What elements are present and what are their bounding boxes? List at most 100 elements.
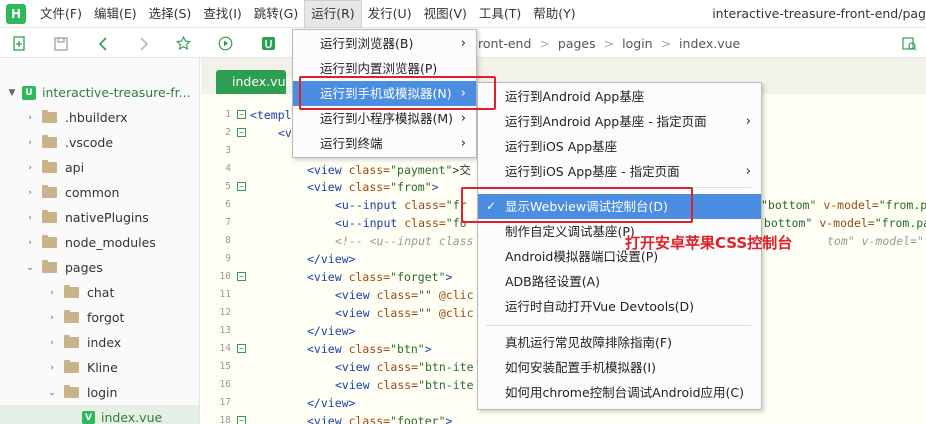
expand-arrow-icon[interactable]: ⌄ [46, 388, 58, 398]
menu-item-android-base-page[interactable]: 运行到Android App基座 - 指定页面 › [478, 109, 761, 134]
new-file-icon[interactable] [11, 35, 28, 52]
fold-toggle-icon[interactable]: − [237, 416, 246, 424]
code-line: <view class="btn-ite [335, 360, 474, 374]
save-icon[interactable] [52, 35, 69, 52]
line-number: 3 [225, 145, 231, 156]
preview-icon[interactable] [901, 35, 918, 52]
unicloud-icon[interactable] [260, 35, 277, 52]
tree-project-root[interactable]: ▼ U interactive-treasure-fr... [0, 80, 199, 105]
menu-item-ios-base-page[interactable]: 运行到iOS App基座 - 指定页面 › [478, 159, 761, 184]
tree-folder[interactable]: › chat [0, 280, 199, 305]
menu-item-vue-devtools[interactable]: 运行时自动打开Vue Devtools(D) [478, 294, 761, 319]
menu-item-install-emulator[interactable]: 如何安装配置手机模拟器(I) [478, 355, 761, 380]
menu-publish[interactable]: 发行(U) [362, 0, 418, 28]
code-token: "from.p [878, 198, 926, 212]
breadcrumb-item[interactable]: pages [558, 36, 596, 51]
fold-toggle-icon[interactable]: − [237, 128, 246, 137]
menu-goto[interactable]: 跳转(G) [248, 0, 304, 28]
code-token: class= [376, 360, 419, 374]
tree-folder-login[interactable]: ⌄ login [0, 380, 199, 405]
breadcrumb-item[interactable]: ront-end [478, 36, 531, 51]
tree-folder[interactable]: › index [0, 330, 199, 355]
menu-help[interactable]: 帮助(Y) [527, 0, 581, 28]
code-token: v-model= [819, 216, 875, 230]
menu-item-ios-base[interactable]: 运行到iOS App基座 [478, 134, 761, 159]
code-token: class= [348, 270, 391, 284]
menu-item-label: 运行到手机或模拟器(N) [320, 86, 452, 101]
menu-item-adb-path[interactable]: ADB路径设置(A) [478, 269, 761, 294]
line-number: 12 [219, 307, 231, 318]
folder-icon [42, 160, 57, 173]
tree-folder[interactable]: › .hbuilderx [0, 105, 199, 130]
code-token: <view [307, 180, 342, 194]
submenu-arrow-icon: › [460, 136, 466, 151]
folder-open-icon [42, 260, 57, 273]
menu-item-webview-console[interactable]: ✓ 显示Webview调试控制台(D) [478, 194, 761, 219]
collapse-arrow-icon[interactable]: › [46, 288, 58, 298]
tree-folder[interactable]: › .vscode [0, 130, 199, 155]
fold-toggle-icon[interactable]: − [237, 344, 246, 353]
menu-item-run-builtin-browser[interactable]: 运行到内置浏览器(P) [293, 56, 476, 81]
tree-folder[interactable]: › Kline [0, 355, 199, 380]
run-icon[interactable] [217, 35, 234, 52]
star-icon[interactable] [175, 35, 192, 52]
code-token: "from" [390, 180, 432, 194]
breadcrumb-item[interactable]: index.vue [679, 36, 740, 51]
collapse-arrow-icon[interactable]: › [24, 138, 36, 148]
tree-label: chat [87, 285, 115, 300]
annotation-text: 打开安卓苹果CSS控制台 [625, 234, 793, 252]
fold-toggle-icon[interactable]: − [237, 182, 246, 191]
fold-toggle-icon[interactable]: − [237, 272, 246, 281]
collapse-arrow-icon[interactable]: › [24, 188, 36, 198]
menu-run[interactable]: 运行(R) [304, 0, 362, 28]
code-token: "bottom" [761, 198, 817, 212]
back-arrow-icon[interactable] [94, 35, 111, 52]
code-token: class= [376, 306, 419, 320]
tree-folder[interactable]: › node_modules [0, 230, 199, 255]
tree-label: node_modules [65, 235, 156, 250]
tree-label: pages [65, 260, 103, 275]
tree-folder[interactable]: › forgot [0, 305, 199, 330]
menu-file[interactable]: 文件(F) [34, 0, 88, 28]
forward-arrow-icon[interactable] [135, 35, 152, 52]
collapse-arrow-icon[interactable]: › [24, 238, 36, 248]
tree-folder[interactable]: › api [0, 155, 199, 180]
line-number-gutter: 1 2 3 4 5 6 7 8 9 10 11 12 13 14 15 16 1… [201, 94, 261, 424]
menu-edit[interactable]: 编辑(E) [88, 0, 143, 28]
menu-item-run-device[interactable]: 运行到手机或模拟器(N) › [293, 81, 476, 106]
breadcrumb-item[interactable]: login [622, 36, 652, 51]
folder-open-icon [64, 385, 79, 398]
menu-item-run-browser[interactable]: 运行到浏览器(B) › [293, 31, 476, 56]
tree-folder[interactable]: › nativePlugins [0, 205, 199, 230]
collapse-arrow-icon[interactable]: › [24, 113, 36, 123]
tab-index-vue[interactable]: index.vue [216, 70, 293, 94]
expand-arrow-icon[interactable]: ▼ [6, 88, 18, 98]
menu-tools[interactable]: 工具(T) [473, 0, 527, 28]
collapse-arrow-icon[interactable]: › [46, 338, 58, 348]
tree-file-index-vue[interactable]: V index.vue [0, 405, 199, 424]
menu-item-chrome-debug[interactable]: 如何用chrome控制台调试Android应用(C) [478, 380, 761, 405]
tree-folder[interactable]: › common [0, 180, 199, 205]
menu-find[interactable]: 查找(I) [197, 0, 247, 28]
collapse-arrow-icon[interactable]: › [46, 313, 58, 323]
menu-item-android-base[interactable]: 运行到Android App基座 [478, 84, 761, 109]
window-title: interactive-treasure-front-end/pag [712, 6, 926, 21]
menu-divider [486, 187, 751, 188]
collapse-arrow-icon[interactable]: › [24, 213, 36, 223]
code-token: > [431, 180, 439, 194]
expand-arrow-icon[interactable]: ⌄ [24, 263, 36, 273]
line-number: 5 [225, 181, 231, 192]
menu-view[interactable]: 视图(V) [418, 0, 473, 28]
collapse-arrow-icon[interactable]: › [46, 363, 58, 373]
tree-folder-pages[interactable]: ⌄ pages [0, 255, 199, 280]
code-line: "bottom" v-model="from.pas [757, 216, 926, 230]
menu-item-run-miniprogram[interactable]: 运行到小程序模拟器(M) › [293, 106, 476, 131]
menu-item-troubleshoot-guide[interactable]: 真机运行常见故障排除指南(F) [478, 330, 761, 355]
menu-item-run-terminal[interactable]: 运行到终端 › [293, 131, 476, 156]
collapse-arrow-icon[interactable]: › [24, 163, 36, 173]
menu-select[interactable]: 选择(S) [143, 0, 198, 28]
fold-toggle-icon[interactable]: − [237, 110, 246, 119]
code-token: class= [376, 378, 419, 392]
code-token: > [445, 270, 453, 284]
line-number: 7 [225, 217, 231, 228]
